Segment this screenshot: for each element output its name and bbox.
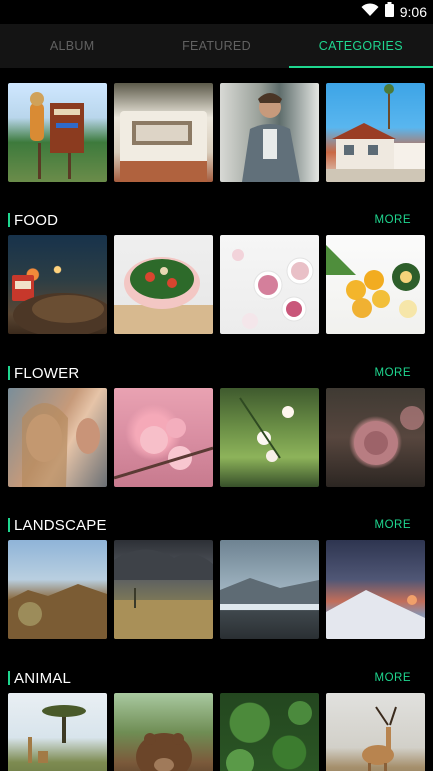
photo-lemons[interactable] <box>326 235 425 334</box>
section-landscape-row <box>8 540 425 639</box>
featured-row <box>8 83 425 182</box>
photo-antelope[interactable] <box>326 693 425 771</box>
section-animal-header: ANIMAL MORE <box>8 668 425 688</box>
wifi-icon <box>361 2 379 22</box>
photo-desert[interactable] <box>8 540 107 639</box>
photo-blossom[interactable] <box>114 388 213 487</box>
section-title-animal: ANIMAL <box>14 669 72 687</box>
section-title-food: FOOD <box>14 211 59 229</box>
section-flower-row <box>8 388 425 487</box>
photo-dahlia[interactable] <box>326 388 425 487</box>
more-button-landscape[interactable]: MORE <box>375 519 426 531</box>
status-right: 9:06 <box>361 2 427 22</box>
photo-women[interactable] <box>8 388 107 487</box>
photo-house[interactable] <box>326 83 425 182</box>
section-accent-bar <box>8 518 10 532</box>
section-accent-bar <box>8 671 10 685</box>
photo-glacier[interactable] <box>220 540 319 639</box>
section-food-header: FOOD MORE <box>8 210 425 230</box>
tab-bar: ALBUM FEATURED CATEGORIES <box>0 24 433 68</box>
photo-caravan[interactable] <box>114 83 213 182</box>
photo-market[interactable] <box>8 235 107 334</box>
photo-man[interactable] <box>220 83 319 182</box>
section-animal-row <box>8 693 425 771</box>
section-flower-header: FLOWER MORE <box>8 363 425 383</box>
more-button-animal[interactable]: MORE <box>375 672 426 684</box>
photo-white-flowers[interactable] <box>220 388 319 487</box>
section-landscape-header: LANDSCAPE MORE <box>8 515 425 535</box>
battery-icon <box>384 2 394 22</box>
section-food-row <box>8 235 425 334</box>
section-title-flower: FLOWER <box>14 364 80 382</box>
categories-content: FOOD MORE FLOWER MORE LANDSCAPE MORE ANI… <box>0 68 433 771</box>
tab-categories[interactable]: CATEGORIES <box>288 24 433 68</box>
status-time: 9:06 <box>399 4 427 20</box>
section-title-landscape: LANDSCAPE <box>14 516 107 534</box>
photo-salad[interactable] <box>114 235 213 334</box>
photo-giraffes[interactable] <box>8 693 107 771</box>
photo-sunset-snow[interactable] <box>326 540 425 639</box>
tab-featured[interactable]: FEATURED <box>144 24 288 68</box>
status-bar: 9:06 <box>0 0 433 24</box>
photo-bear[interactable] <box>114 693 213 771</box>
section-accent-bar <box>8 366 10 380</box>
photo-storm[interactable] <box>114 540 213 639</box>
more-button-food[interactable]: MORE <box>375 214 426 226</box>
more-button-flower[interactable]: MORE <box>375 367 426 379</box>
tab-album[interactable]: ALBUM <box>0 24 144 68</box>
photo-bowls[interactable] <box>220 235 319 334</box>
photo-sign[interactable] <box>8 83 107 182</box>
photo-leaves[interactable] <box>220 693 319 771</box>
section-accent-bar <box>8 213 10 227</box>
